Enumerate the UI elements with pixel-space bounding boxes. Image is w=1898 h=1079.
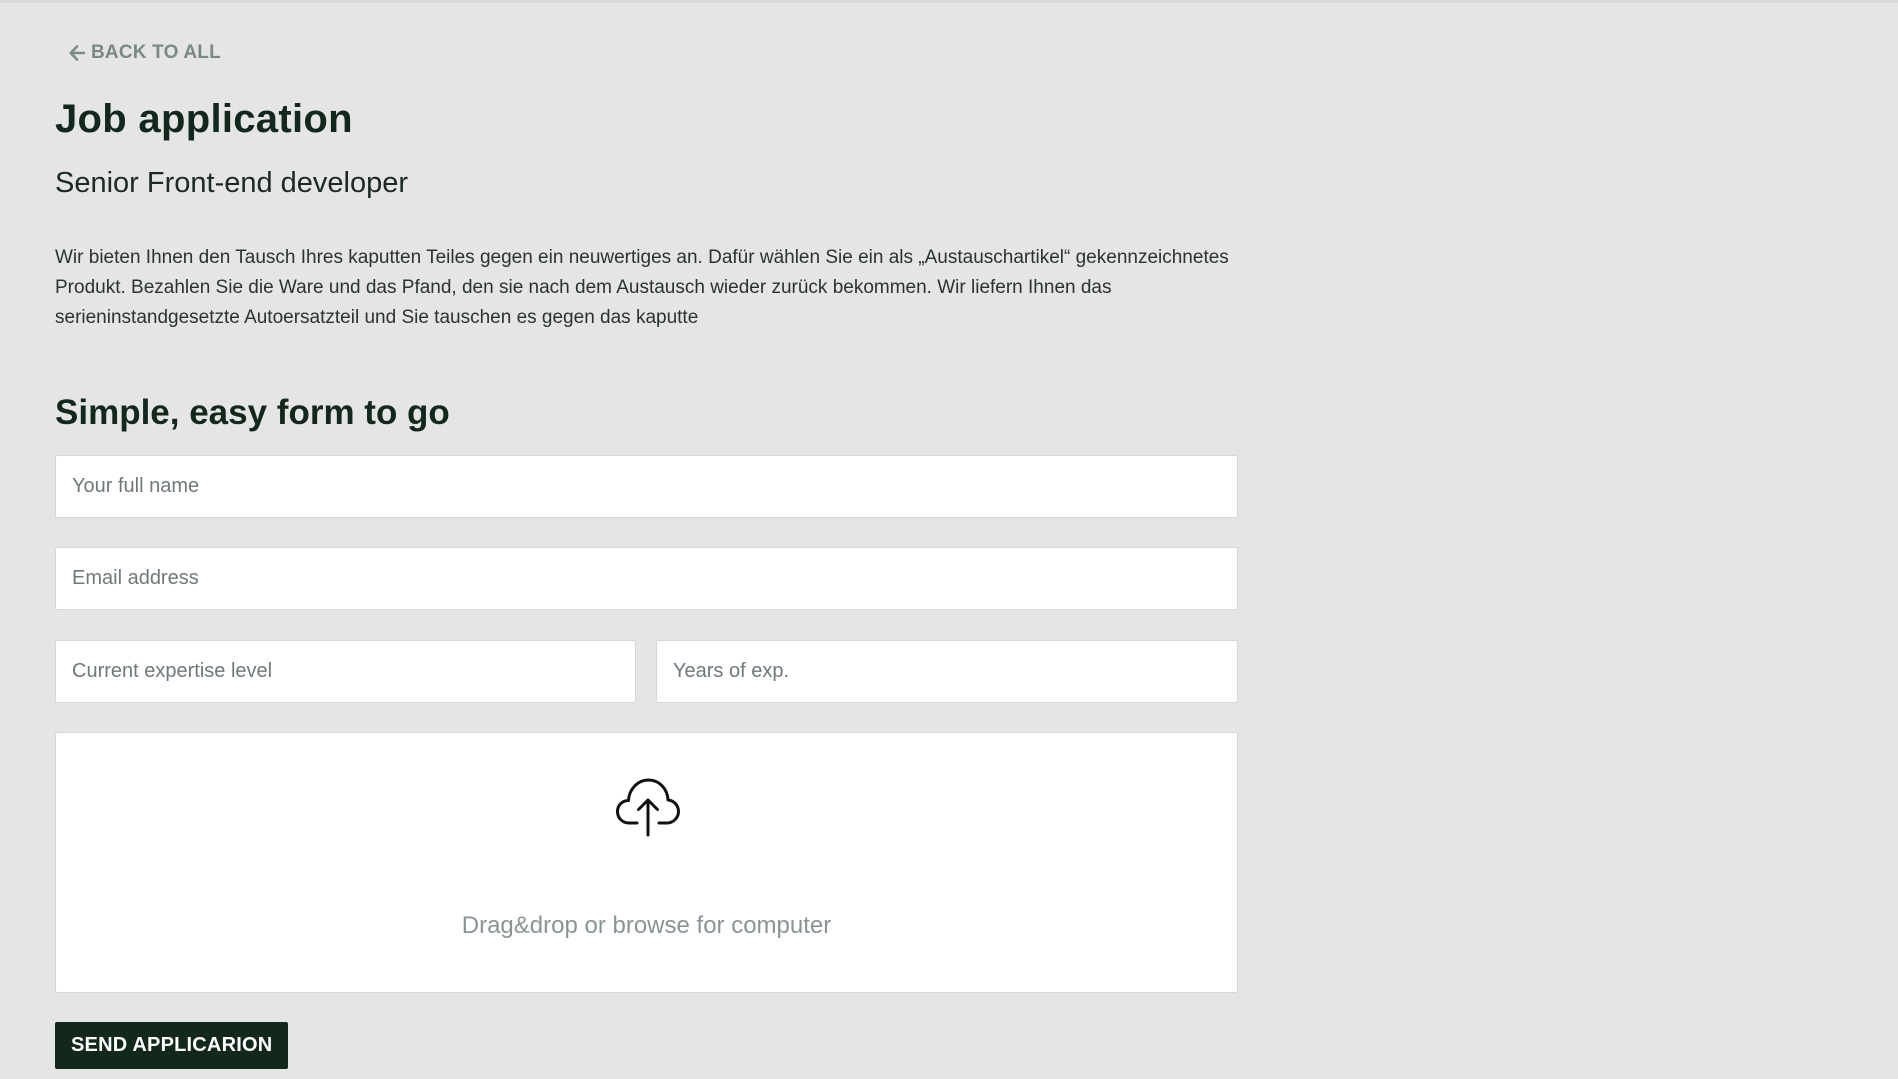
years-of-experience-input[interactable] [656,640,1238,703]
cloud-upload-icon [615,775,681,837]
job-position-title: Senior Front-end developer [55,167,409,199]
job-description: Wir bieten Ihnen den Tausch Ihres kaputt… [55,247,1229,328]
send-application-button[interactable]: SEND APPLICARION [55,1022,289,1069]
arrow-left-icon [69,45,85,61]
form-title: Simple, easy form to go [55,393,450,432]
dropzone-label: Drag&drop or browse for computer [461,912,832,939]
full-name-input[interactable] [55,455,1238,518]
file-upload-dropzone[interactable]: Drag&drop or browse for computer [55,732,1238,993]
expertise-level-input[interactable] [55,640,636,703]
email-input[interactable] [55,547,1238,610]
top-divider [0,0,1898,3]
back-to-all-link[interactable]: BACK TO ALL [69,42,221,64]
back-to-all-label: BACK TO ALL [91,42,221,63]
page-title: Job application [55,97,353,141]
